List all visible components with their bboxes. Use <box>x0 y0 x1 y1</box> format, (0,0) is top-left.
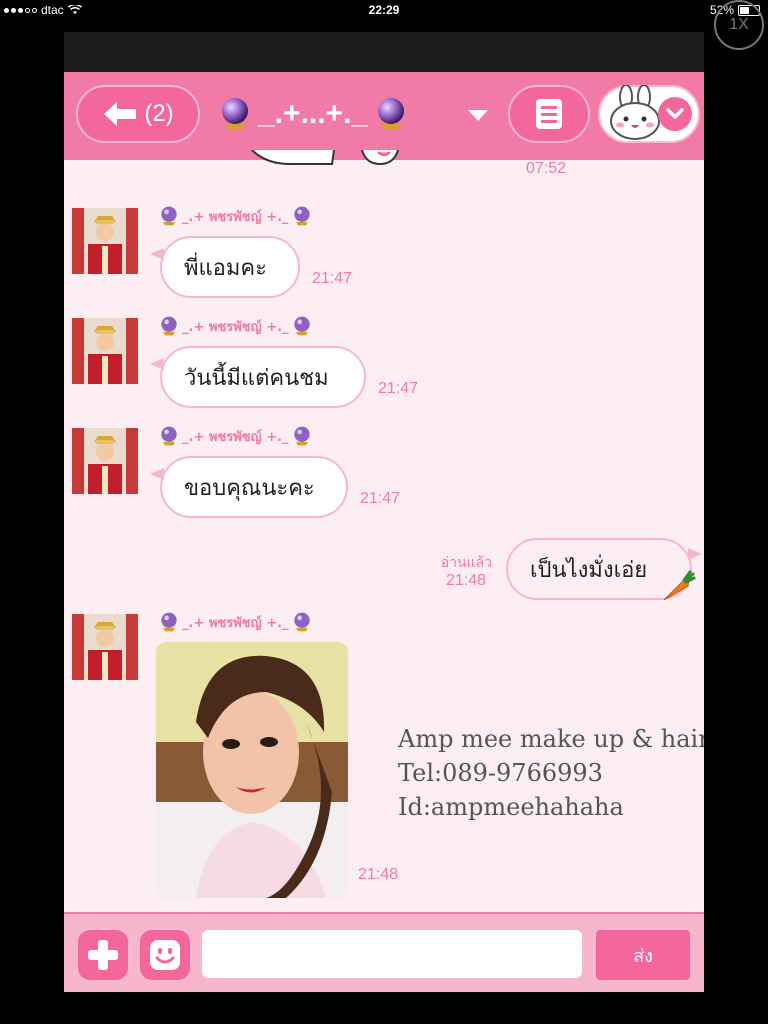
zoom-badge[interactable]: 1X <box>714 0 764 50</box>
crystal-ball-icon <box>293 612 310 632</box>
partial-sticker-image <box>251 150 399 166</box>
crystal-ball-icon <box>161 426 177 446</box>
line-chat-app: (2) _.+...+._ 07:52 _.+ พชรพัชญ์ +._ พี่… <box>64 32 704 992</box>
sender-name: _.+ พชรพัชญ์ +._ <box>160 612 311 632</box>
chat-log[interactable]: 07:52 _.+ พชรพัชญ์ +._ พี่แอมคะ 21:47 _.… <box>64 150 704 912</box>
crystal-ball-icon <box>378 98 405 130</box>
message-bubble[interactable]: พี่แอมคะ <box>150 236 300 298</box>
crystal-ball-icon <box>161 316 177 336</box>
app-top-strip <box>64 32 704 72</box>
send-button[interactable]: ส่ง <box>594 928 692 982</box>
add-attachment-button[interactable] <box>76 928 130 982</box>
message-bubble[interactable]: วันนี้มีแต่คนชม <box>150 346 366 408</box>
crystal-ball-icon <box>293 316 310 336</box>
unread-count: (2) <box>144 100 174 127</box>
carrot-icon <box>663 570 696 601</box>
crystal-ball-icon <box>293 206 310 226</box>
back-arrow-icon <box>104 102 137 126</box>
crystal-ball-icon <box>222 98 248 130</box>
avatar[interactable] <box>72 318 138 384</box>
sender-name-text: _.+ พชรพัชญ์ +._ <box>182 429 289 445</box>
photo-caption-line: Amp mee make up & hair <box>398 725 704 753</box>
chat-title[interactable]: _.+...+._ <box>220 86 460 142</box>
back-button[interactable]: (2) <box>76 85 200 143</box>
avatar[interactable] <box>72 428 138 494</box>
bunny-sticker-icon <box>610 85 660 140</box>
crystal-ball-icon <box>161 206 177 226</box>
chat-title-text: _.+...+._ <box>258 97 369 130</box>
notes-menu-icon <box>536 99 562 129</box>
crystal-ball-icon <box>293 426 310 446</box>
sender-name-text: _.+ พชรพัชญ์ +._ <box>182 319 289 335</box>
read-receipt: อ่านแล้ว <box>440 555 492 571</box>
message-time: 07:52 <box>526 160 567 177</box>
avatar[interactable] <box>72 208 138 274</box>
notes-menu-button[interactable] <box>508 85 590 143</box>
message-time: 21:47 <box>312 270 353 287</box>
plus-icon <box>88 940 118 970</box>
status-bar: dtac 22:29 52% <box>0 0 768 22</box>
emoji-button[interactable] <box>138 928 192 982</box>
caret-down-icon[interactable] <box>468 110 488 121</box>
sender-name: _.+ พชรพัชญ์ +._ <box>160 426 311 446</box>
message-time: 21:48 <box>358 866 399 883</box>
smiley-icon <box>150 940 180 970</box>
photo-caption-line: Id:ampmeehahaha <box>398 793 624 821</box>
chat-header: (2) _.+...+._ <box>64 72 704 160</box>
avatar[interactable] <box>72 614 138 680</box>
photo-caption-line: Tel:089-9766993 <box>398 759 603 787</box>
photo-message[interactable] <box>156 642 348 898</box>
chevron-down-icon <box>658 97 692 131</box>
crystal-ball-icon <box>161 612 177 632</box>
outgoing-message-text: เป็นไงมั่งเอ่ย <box>530 557 648 583</box>
message-time: 21:47 <box>360 490 401 507</box>
message-time: 21:48 <box>446 572 487 589</box>
message-input[interactable] <box>200 928 584 980</box>
sender-name: _.+ พชรพัชญ์ +._ <box>160 206 311 226</box>
sticker-shop-button[interactable] <box>598 85 700 143</box>
message-input-bar: ส่ง <box>64 912 704 992</box>
message-bubble[interactable]: ขอบคุณนะคะ <box>150 456 348 518</box>
sender-name: _.+ พชรพัชญ์ +._ <box>160 316 311 336</box>
clock: 22:29 <box>368 3 400 17</box>
sender-name-text: _.+ พชรพัชญ์ +._ <box>182 615 289 631</box>
sender-name-text: _.+ พชรพัชญ์ +._ <box>182 209 289 225</box>
message-time: 21:47 <box>378 380 419 397</box>
